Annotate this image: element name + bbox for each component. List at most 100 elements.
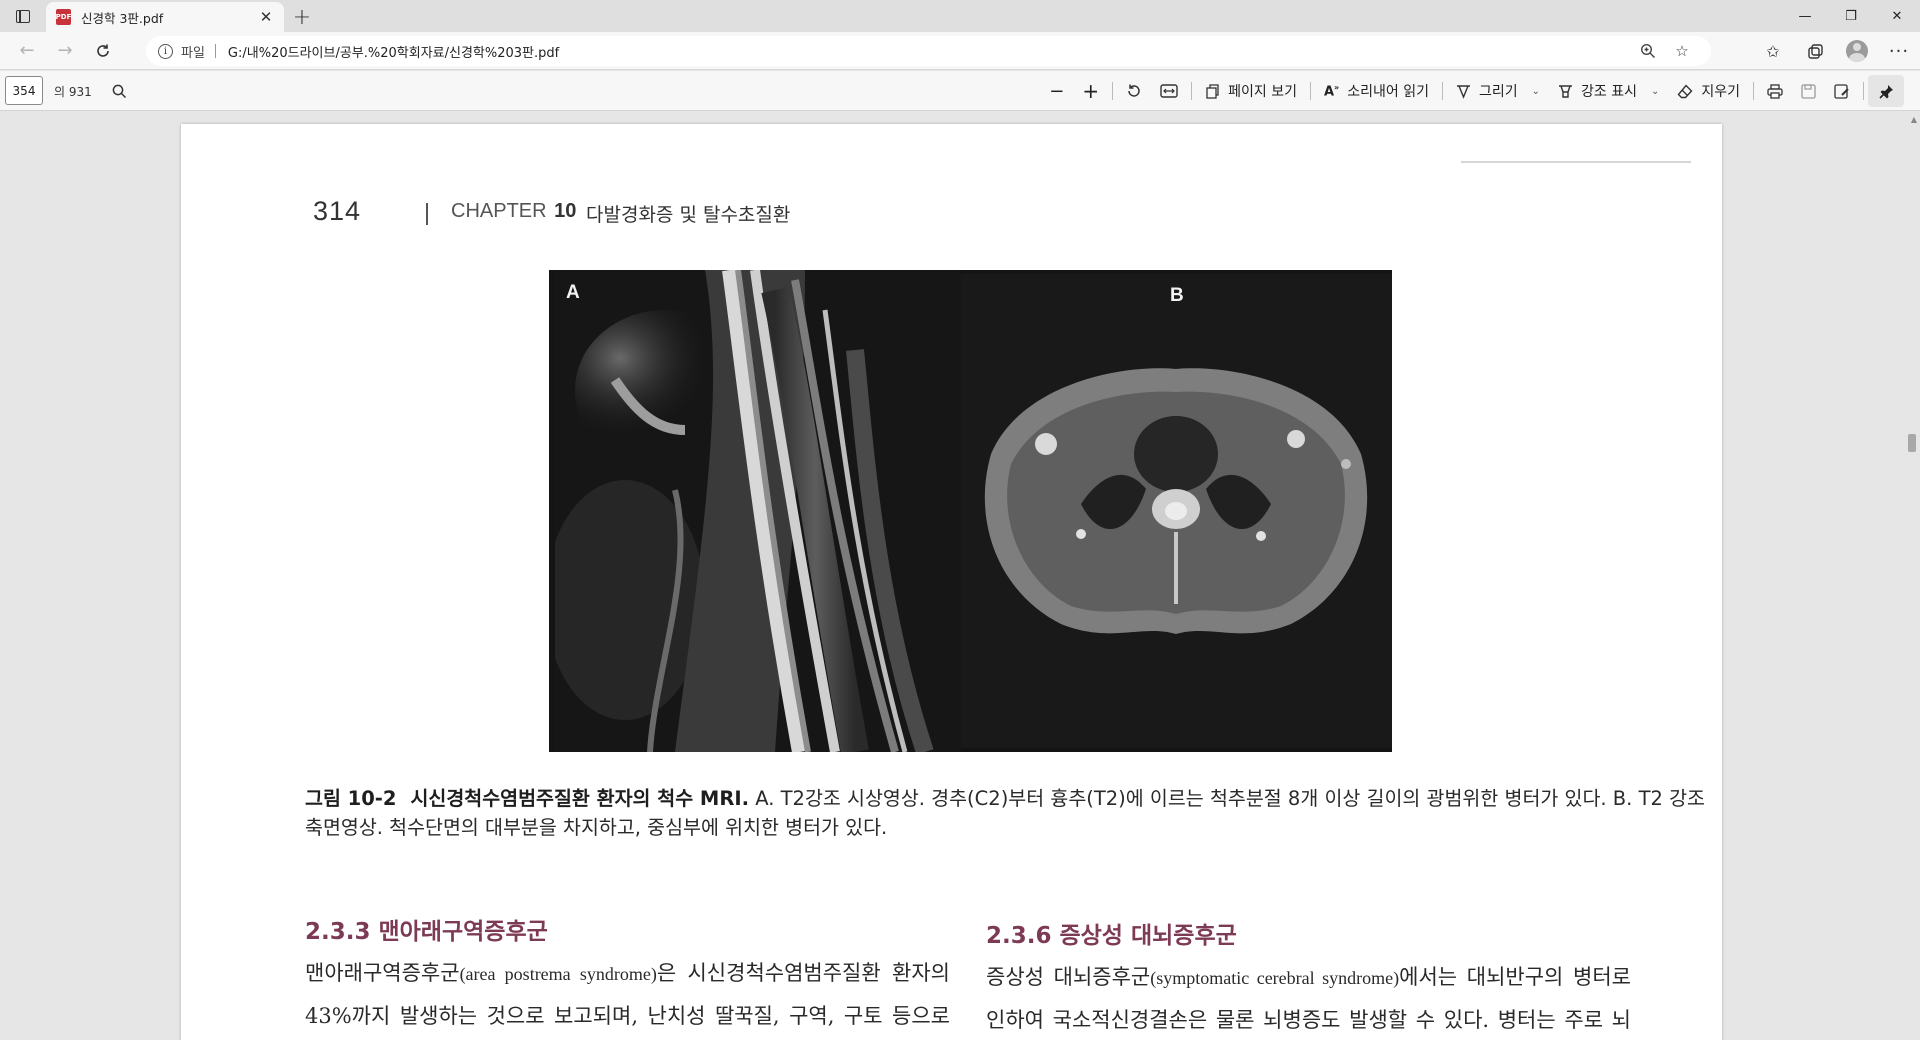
term-right-english: (symptomatic cerebral syndrome) — [1150, 968, 1400, 988]
tab-close-icon[interactable]: ✕ — [258, 8, 274, 26]
chapter-label: CHAPTER 10 — [451, 200, 576, 223]
page-view-icon — [1206, 83, 1219, 99]
browser-right-tools: ✩ ··· — [1752, 34, 1920, 68]
panel-b-label: B — [1170, 285, 1184, 306]
chevron-down-icon[interactable]: ⌄ — [1532, 86, 1540, 97]
page-view-button[interactable]: 페이지 보기 — [1196, 76, 1306, 106]
pin-toolbar-button[interactable] — [1868, 75, 1904, 107]
save-icon — [1801, 83, 1816, 99]
toolbar-divider — [1441, 82, 1443, 100]
term-right: 증상성 대뇌증후군 — [986, 965, 1151, 989]
zoom-out-button[interactable]: − — [1040, 76, 1073, 106]
section-body-right: 증상성 대뇌증후군(symptomatic cerebral syndrome)… — [986, 956, 1631, 1040]
page-view-label: 페이지 보기 — [1228, 84, 1297, 100]
highlight-button[interactable]: 강조 표시 ⌄ — [1549, 76, 1668, 106]
section-body-left: 맨아래구역증후군(area postrema syndrome)은 시신경척수염… — [305, 952, 950, 1040]
pin-icon — [1878, 84, 1893, 99]
scrollbar-thumb[interactable] — [1908, 434, 1916, 452]
section-heading-right: 2.3.6 증상성 대뇌증후군 — [986, 923, 1237, 949]
figure-label: 그림 10-2 — [305, 787, 397, 810]
header-divider — [426, 203, 428, 225]
favorites-icon[interactable]: ✩ — [1752, 34, 1794, 68]
page-total: 의 931 — [54, 85, 92, 99]
read-aloud-label: 소리내어 읽기 — [1347, 84, 1429, 100]
mri-axial-image — [961, 274, 1392, 748]
avatar — [1846, 40, 1868, 62]
refresh-icon — [97, 44, 109, 57]
zoom-icon[interactable] — [1631, 37, 1665, 65]
scroll-up-arrow[interactable]: ▲ — [1911, 115, 1917, 124]
pdf-icon: PDF — [56, 9, 71, 25]
pdf-viewer[interactable]: 314 CHAPTER 10 다발경화증 및 탈수초질환 A B 그림 10-2… — [0, 112, 1920, 1040]
find-button[interactable] — [108, 80, 130, 102]
draw-label: 그리기 — [1478, 84, 1518, 100]
url-field[interactable]: i 파일 G:/내%20드라이브/공부.%20학회자료/신경학%203판.pdf… — [146, 36, 1711, 66]
highlight-label: 강조 표시 — [1580, 84, 1637, 100]
restore-button[interactable]: ❐ — [1828, 0, 1874, 32]
toolbar-divider — [1863, 82, 1864, 100]
mri-sagittal-image — [555, 270, 961, 752]
collections-icon[interactable] — [1794, 34, 1836, 68]
url-scheme: 파일 — [181, 45, 205, 61]
page-number-input[interactable]: 354 — [5, 76, 43, 105]
chapter-word: CHAPTER — [451, 200, 547, 222]
tab-strip: PDF 신경학 3판.pdf ✕ + — ❐ ✕ — [0, 0, 1920, 32]
pdf-tools: − + 페이지 보기 A» 소리내어 읽기 그리기 ⌄ 강조 표시 ⌄ 지우기 — [1040, 71, 1920, 111]
chapter-number: 10 — [554, 200, 577, 222]
toolbar-divider — [1753, 82, 1754, 100]
figure-title: 시신경척수염범주질환 환자의 척수 MRI. — [410, 787, 750, 810]
toolbar-divider — [1191, 82, 1193, 100]
back-button[interactable]: ← — [8, 34, 46, 68]
forward-button[interactable]: → — [46, 34, 84, 68]
read-aloud-icon: A» — [1323, 82, 1340, 100]
toolbar-divider — [1112, 82, 1114, 100]
save-button[interactable] — [1792, 76, 1825, 106]
save-as-icon — [1834, 83, 1849, 99]
page-rule — [1461, 161, 1691, 163]
close-window-button[interactable]: ✕ — [1874, 0, 1920, 32]
url-text: G:/내%20드라이브/공부.%20학회자료/신경학%203판.pdf — [227, 45, 560, 61]
tab-actions-icon — [16, 9, 30, 23]
erase-button[interactable]: 지우기 — [1668, 76, 1749, 106]
tab-active[interactable]: PDF 신경학 3판.pdf ✕ — [46, 2, 284, 32]
figure-caption: 그림 10-2 시신경척수염범주질환 환자의 척수 MRI. A. T2강조 시상… — [305, 784, 1725, 842]
draw-icon — [1456, 84, 1470, 99]
pdf-page: 314 CHAPTER 10 다발경화증 및 탈수초질환 A B 그림 10-2… — [181, 124, 1722, 1040]
mri-figure: A B — [549, 270, 1392, 752]
erase-label: 지우기 — [1701, 84, 1740, 100]
info-icon[interactable]: i — [158, 43, 173, 59]
read-aloud-button[interactable]: A» 소리내어 읽기 — [1315, 76, 1438, 106]
more-menu-icon[interactable]: ··· — [1878, 34, 1920, 68]
address-bar: ← → i 파일 G:/내%20드라이브/공부.%20학회자료/신경학%203판… — [0, 32, 1920, 70]
toolbar-divider — [1309, 82, 1311, 100]
eraser-icon — [1677, 83, 1693, 98]
print-button[interactable] — [1758, 76, 1792, 106]
highlight-icon — [1558, 84, 1572, 98]
panel-a-label: A — [566, 282, 580, 303]
pdf-toolbar: 354 의 931 − + 페이지 보기 A» 소리내어 읽기 그리기 ⌄ 강조… — [0, 71, 1920, 111]
chapter-title: 다발경화증 및 탈수초질환 — [586, 204, 791, 226]
term-left-english: (area postrema syndrome) — [459, 964, 657, 984]
url-divider — [214, 44, 216, 58]
tab-actions-button[interactable] — [0, 0, 46, 32]
add-favorite-icon[interactable]: ☆ — [1665, 37, 1699, 65]
profile-avatar[interactable] — [1836, 34, 1878, 68]
save-as-button[interactable] — [1825, 76, 1859, 106]
draw-button[interactable]: 그리기 ⌄ — [1447, 76, 1549, 106]
search-icon — [112, 84, 126, 98]
page-number: 314 — [313, 196, 362, 226]
rotate-icon — [1128, 84, 1140, 97]
print-icon — [1767, 83, 1783, 99]
minimize-button[interactable]: — — [1782, 0, 1828, 32]
term-left: 맨아래구역증후군 — [305, 961, 460, 985]
refresh-button[interactable] — [84, 34, 122, 68]
window-controls: — ❐ ✕ — [1782, 0, 1920, 32]
fit-width-icon — [1160, 84, 1178, 98]
zoom-in-button[interactable]: + — [1073, 76, 1108, 106]
rotate-button[interactable] — [1117, 76, 1151, 106]
section-heading-left: 2.3.3 맨아래구역증후군 — [305, 919, 548, 945]
tab-title: 신경학 3판.pdf — [81, 10, 164, 26]
chevron-down-icon[interactable]: ⌄ — [1651, 86, 1659, 97]
fit-width-button[interactable] — [1151, 76, 1187, 106]
new-tab-button[interactable]: + — [284, 2, 320, 32]
